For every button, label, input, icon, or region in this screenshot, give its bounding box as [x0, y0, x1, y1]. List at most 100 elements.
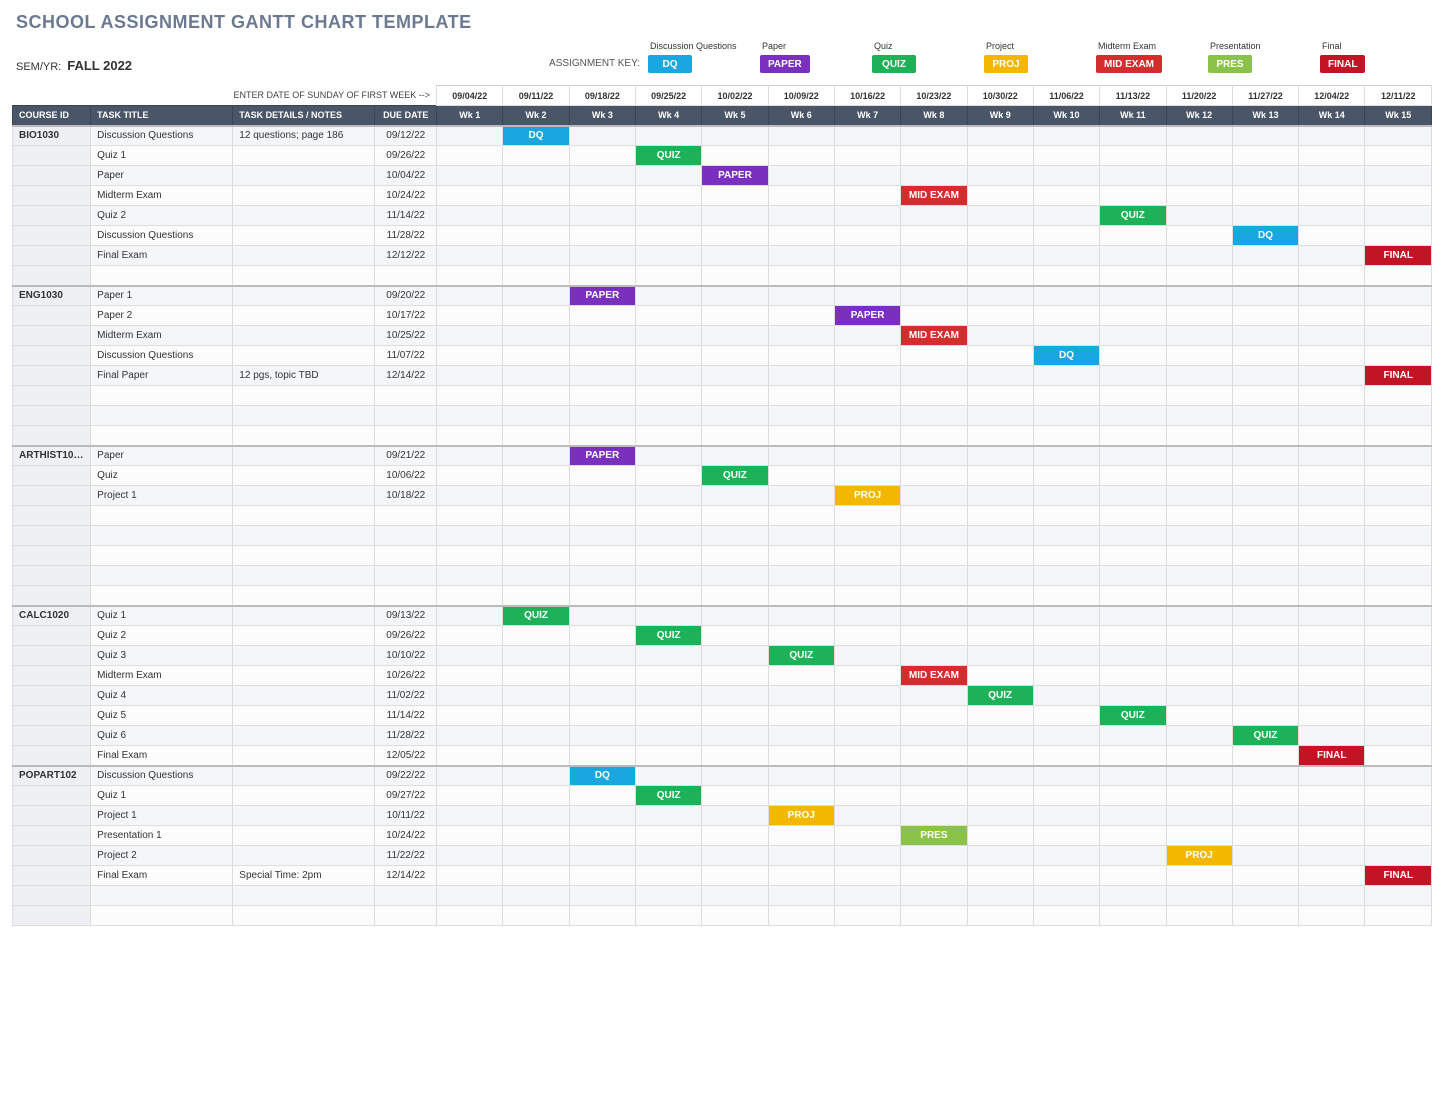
week-cell[interactable] — [1100, 666, 1166, 686]
week-cell[interactable] — [1299, 306, 1365, 326]
week-cell[interactable] — [636, 166, 702, 186]
week-cell[interactable] — [569, 866, 635, 886]
course-id-cell[interactable] — [13, 326, 91, 346]
task-details-cell[interactable]: 12 questions; page 186 — [233, 126, 375, 146]
week-cell[interactable] — [702, 306, 768, 326]
week-cell[interactable] — [834, 646, 900, 666]
task-title-cell[interactable] — [91, 266, 233, 286]
week-cell[interactable] — [636, 886, 702, 906]
week-cell[interactable] — [437, 286, 503, 306]
task-title-cell[interactable]: Midterm Exam — [91, 186, 233, 206]
week-cell[interactable] — [901, 586, 967, 606]
week-cell[interactable] — [1365, 126, 1432, 146]
week-cell[interactable] — [1033, 846, 1099, 866]
week-cell[interactable] — [702, 546, 768, 566]
week-cell[interactable] — [1033, 506, 1099, 526]
week-cell[interactable] — [967, 406, 1033, 426]
week-cell[interactable] — [834, 806, 900, 826]
week-cell[interactable] — [702, 606, 768, 626]
task-details-cell[interactable] — [233, 246, 375, 266]
week-cell[interactable] — [702, 726, 768, 746]
week-cell[interactable] — [768, 746, 834, 766]
week-cell[interactable] — [636, 686, 702, 706]
week-cell[interactable] — [1166, 906, 1232, 926]
week-cell[interactable] — [503, 206, 569, 226]
week-cell[interactable] — [503, 146, 569, 166]
week-cell[interactable] — [901, 686, 967, 706]
week-cell[interactable] — [636, 806, 702, 826]
week-cell[interactable] — [503, 786, 569, 806]
week-cell[interactable] — [834, 866, 900, 886]
week-cell[interactable] — [702, 266, 768, 286]
week-cell[interactable] — [834, 406, 900, 426]
week-cell[interactable] — [901, 406, 967, 426]
week-cell[interactable] — [1166, 246, 1232, 266]
week-cell[interactable] — [1100, 606, 1166, 626]
week-cell[interactable] — [901, 386, 967, 406]
week-cell[interactable] — [1365, 546, 1432, 566]
week-cell[interactable] — [1033, 606, 1099, 626]
due-date-cell[interactable]: 10/25/22 — [375, 326, 437, 346]
week-cell[interactable] — [1299, 146, 1365, 166]
week-cell[interactable] — [1232, 806, 1298, 826]
week-cell[interactable] — [901, 266, 967, 286]
week-cell[interactable] — [503, 286, 569, 306]
course-id-cell[interactable] — [13, 646, 91, 666]
task-title-cell[interactable]: Quiz 1 — [91, 146, 233, 166]
week-cell[interactable] — [967, 466, 1033, 486]
week-cell[interactable] — [636, 206, 702, 226]
week-cell[interactable] — [1033, 646, 1099, 666]
week-cell[interactable] — [1166, 426, 1232, 446]
week-cell[interactable] — [1033, 406, 1099, 426]
due-date-cell[interactable]: 11/28/22 — [375, 726, 437, 746]
week-cell[interactable] — [1166, 726, 1232, 746]
course-id-cell[interactable] — [13, 346, 91, 366]
week-cell[interactable] — [437, 386, 503, 406]
week-cell[interactable] — [702, 906, 768, 926]
course-id-cell[interactable] — [13, 506, 91, 526]
week-cell[interactable] — [1232, 326, 1298, 346]
task-details-cell[interactable] — [233, 186, 375, 206]
week-cell[interactable] — [437, 706, 503, 726]
week-cell[interactable] — [569, 246, 635, 266]
due-date-cell[interactable]: 09/12/22 — [375, 126, 437, 146]
week-cell[interactable] — [702, 666, 768, 686]
week-cell[interactable] — [1299, 386, 1365, 406]
week-cell[interactable] — [1166, 686, 1232, 706]
week-cell[interactable] — [1299, 166, 1365, 186]
week-cell[interactable] — [1100, 466, 1166, 486]
week-cell[interactable] — [1100, 886, 1166, 906]
week-cell[interactable] — [636, 286, 702, 306]
week-cell[interactable] — [702, 346, 768, 366]
task-title-cell[interactable]: Discussion Questions — [91, 346, 233, 366]
week-cell[interactable] — [901, 566, 967, 586]
week-cell[interactable] — [636, 386, 702, 406]
week-cell[interactable] — [1232, 546, 1298, 566]
week-cell[interactable] — [1232, 466, 1298, 486]
week-cell[interactable] — [1232, 306, 1298, 326]
task-details-cell[interactable] — [233, 266, 375, 286]
task-details-cell[interactable]: Special Time: 2pm — [233, 866, 375, 886]
week-cell[interactable] — [768, 726, 834, 746]
week-cell[interactable] — [1033, 146, 1099, 166]
week-cell[interactable] — [1033, 526, 1099, 546]
week-cell[interactable] — [1232, 506, 1298, 526]
week-cell[interactable] — [569, 546, 635, 566]
week-cell[interactable] — [1232, 666, 1298, 686]
week-cell[interactable] — [1299, 766, 1365, 786]
week-cell[interactable] — [1232, 126, 1298, 146]
week-cell[interactable] — [1365, 646, 1432, 666]
week-cell[interactable] — [768, 466, 834, 486]
week-cell[interactable] — [967, 846, 1033, 866]
week-cell[interactable] — [503, 346, 569, 366]
due-date-cell[interactable]: 11/14/22 — [375, 706, 437, 726]
week-cell[interactable] — [967, 746, 1033, 766]
week-cell[interactable] — [768, 866, 834, 886]
week-cell[interactable]: QUIZ — [1232, 726, 1298, 746]
week-cell[interactable] — [1166, 366, 1232, 386]
week-cell[interactable] — [1232, 346, 1298, 366]
week-cell[interactable] — [1033, 786, 1099, 806]
week-cell[interactable] — [1299, 566, 1365, 586]
week-cell[interactable] — [1299, 446, 1365, 466]
week-cell[interactable] — [1100, 126, 1166, 146]
